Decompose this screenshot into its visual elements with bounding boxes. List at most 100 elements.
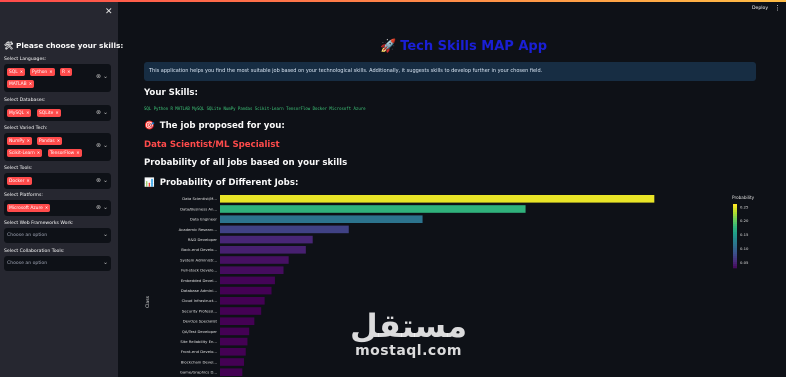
skills-code-line: SQL Python R MATLAB MySQL SQLite NumPy P…	[144, 106, 366, 111]
web-frameworks-label: Select Web Frameworks Work:	[4, 221, 74, 226]
remove-icon[interactable]: ✕	[37, 150, 40, 155]
bar-11	[220, 307, 262, 315]
remove-icon[interactable]: ✕	[26, 178, 29, 183]
colorbar-segment	[733, 218, 737, 221]
clear-chevron-icon[interactable]: ⊗ ⌄	[96, 204, 108, 211]
colorbar-segment	[733, 240, 737, 243]
tag-sqlite[interactable]: SQLite ✕	[37, 109, 61, 117]
clear-chevron-icon[interactable]: ⊗ ⌄	[96, 73, 108, 80]
category-label: Embedded Devel...	[181, 278, 217, 283]
web-frameworks-placeholder: Choose an option	[7, 233, 48, 238]
varied-tech-multiselect[interactable]: NumPy ✕ Pandas ✕ Scikit-Learn ✕ TensorFlow ✕…	[4, 133, 111, 161]
tools-multiselect[interactable]: Docker ✕ ⊗ ⌄	[4, 173, 111, 189]
tag-docker[interactable]: Docker ✕	[7, 177, 32, 185]
remove-icon[interactable]: ✕	[29, 81, 32, 86]
colorbar-segment	[733, 220, 737, 223]
info-banner: This application helps you find the most…	[144, 62, 756, 81]
legend-title: Probability	[732, 195, 755, 200]
category-label: Game/Graphics D...	[180, 370, 217, 375]
tag-r[interactable]: R ✕	[60, 68, 73, 76]
colorbar-tick-label: 0.05	[740, 260, 749, 265]
tools-label: Select Tools:	[4, 166, 33, 171]
category-label: Blockchain Devel...	[181, 359, 217, 364]
colorbar-segment	[733, 210, 737, 213]
tag-pandas[interactable]: Pandas ✕	[37, 137, 63, 145]
colorbar-segment	[733, 250, 737, 253]
deploy-button[interactable]: Deploy	[752, 6, 768, 11]
tag-microsoft-azure[interactable]: Microsoft Azure ✕	[7, 204, 51, 212]
bar-3	[220, 225, 349, 234]
colorbar-segment	[733, 260, 737, 263]
category-label: Site Reliability En...	[180, 339, 217, 344]
proposed-job-heading-text: The job proposed for you:	[159, 121, 285, 131]
languages-multiselect[interactable]: SQL ✕ Python ✕ R ✕ MATLAB ✕ ⊗ ⌄	[4, 64, 111, 92]
colorbar-tick-label: 0.15	[740, 232, 749, 237]
close-sidebar-icon[interactable]: ✕	[105, 7, 113, 17]
collaboration-label: Select Collaboration Tools:	[4, 249, 65, 254]
bar-1	[220, 205, 526, 213]
collaboration-select[interactable]: Choose an option ⌄	[4, 256, 111, 271]
varied-tech-label: Select Varied Tech:	[4, 126, 48, 131]
bar-7	[220, 266, 284, 274]
proposed-job-heading: 🎯 The job proposed for you:	[144, 121, 285, 131]
databases-multiselect[interactable]: MySQL ✕ SQLite ✕ ⊗ ⌄	[4, 105, 111, 121]
page-title: 🚀 Tech Skills MAP App	[380, 39, 547, 54]
tag-sql[interactable]: SQL ✕	[7, 68, 26, 76]
platforms-label: Select Platforms:	[4, 193, 43, 198]
platforms-multiselect[interactable]: Microsoft Azure ✕ ⊗ ⌄	[4, 200, 111, 216]
chevron-down-icon[interactable]: ⌄	[103, 259, 108, 266]
tag-scikit-learn[interactable]: Scikit-Learn ✕	[7, 149, 43, 157]
tag-python[interactable]: Python ✕	[30, 68, 55, 76]
tag-tensorflow[interactable]: TensorFlow ✕	[48, 149, 82, 157]
category-label: Data Scientist/M...	[182, 196, 217, 201]
remove-icon[interactable]: ✕	[27, 138, 30, 143]
clear-chevron-icon[interactable]: ⊗ ⌄	[96, 142, 108, 149]
clear-chevron-icon[interactable]: ⊗ ⌄	[96, 177, 108, 184]
bar-8	[220, 276, 275, 285]
tag-numpy[interactable]: NumPy ✕	[7, 137, 32, 145]
bar-6	[220, 256, 289, 264]
tag-mysql[interactable]: MySQL ✕	[7, 109, 32, 117]
remove-icon[interactable]: ✕	[45, 205, 48, 210]
remove-icon[interactable]: ✕	[57, 138, 60, 143]
tag-matlab[interactable]: MATLAB ✕	[7, 80, 35, 88]
colorbar-tick-label: 0.20	[740, 218, 749, 223]
category-label: System Administr...	[180, 257, 217, 262]
category-label: Academic Researc...	[179, 227, 217, 232]
watermark-latin: mostaql.com	[355, 343, 462, 359]
bar-16	[220, 358, 245, 366]
colorbar-segment	[733, 206, 737, 209]
colorbar-tick-label: 0.10	[740, 246, 749, 251]
chart-heading-text: Probability of Different Jobs:	[159, 178, 299, 188]
bar-14	[220, 337, 248, 346]
probability-heading: Probability of all jobs based on your sk…	[144, 158, 348, 168]
remove-icon[interactable]: ✕	[26, 110, 29, 115]
remove-icon[interactable]: ✕	[20, 69, 23, 74]
rocket-icon: 🚀	[380, 39, 397, 54]
bar-15	[220, 348, 246, 356]
category-label: Cloud Infrastruct...	[182, 298, 217, 303]
bar-2	[220, 215, 423, 223]
remove-icon[interactable]: ✕	[67, 69, 70, 74]
bar-chart-icon: 📊	[144, 178, 155, 188]
sidebar: ✕ 🛠 Please choose your skills: Select La…	[0, 2, 123, 377]
chevron-down-icon[interactable]: ⌄	[103, 231, 108, 238]
colorbar-segment	[733, 248, 737, 251]
category-label: Full-stack Develo...	[181, 268, 217, 273]
remove-icon[interactable]: ✕	[55, 110, 58, 115]
colorbar-segment	[733, 258, 737, 261]
web-frameworks-select[interactable]: Choose an option ⌄	[4, 228, 111, 243]
clear-chevron-icon[interactable]: ⊗ ⌄	[96, 109, 108, 116]
colorbar-segment	[733, 256, 737, 259]
colorbar-segment	[733, 212, 737, 215]
mostaql-watermark: مستقل mostaql.com	[350, 310, 467, 359]
target-icon: 🎯	[144, 121, 155, 131]
category-label: Data/Business An...	[180, 206, 217, 211]
colorbar-segment	[733, 266, 737, 269]
remove-icon[interactable]: ✕	[76, 150, 79, 155]
bar-5	[220, 246, 306, 254]
colorbar-segment	[733, 204, 737, 207]
main-menu-icon[interactable]: ⋮	[774, 4, 781, 12]
remove-icon[interactable]: ✕	[49, 69, 52, 74]
category-label: QA/Test Developer	[182, 329, 218, 334]
